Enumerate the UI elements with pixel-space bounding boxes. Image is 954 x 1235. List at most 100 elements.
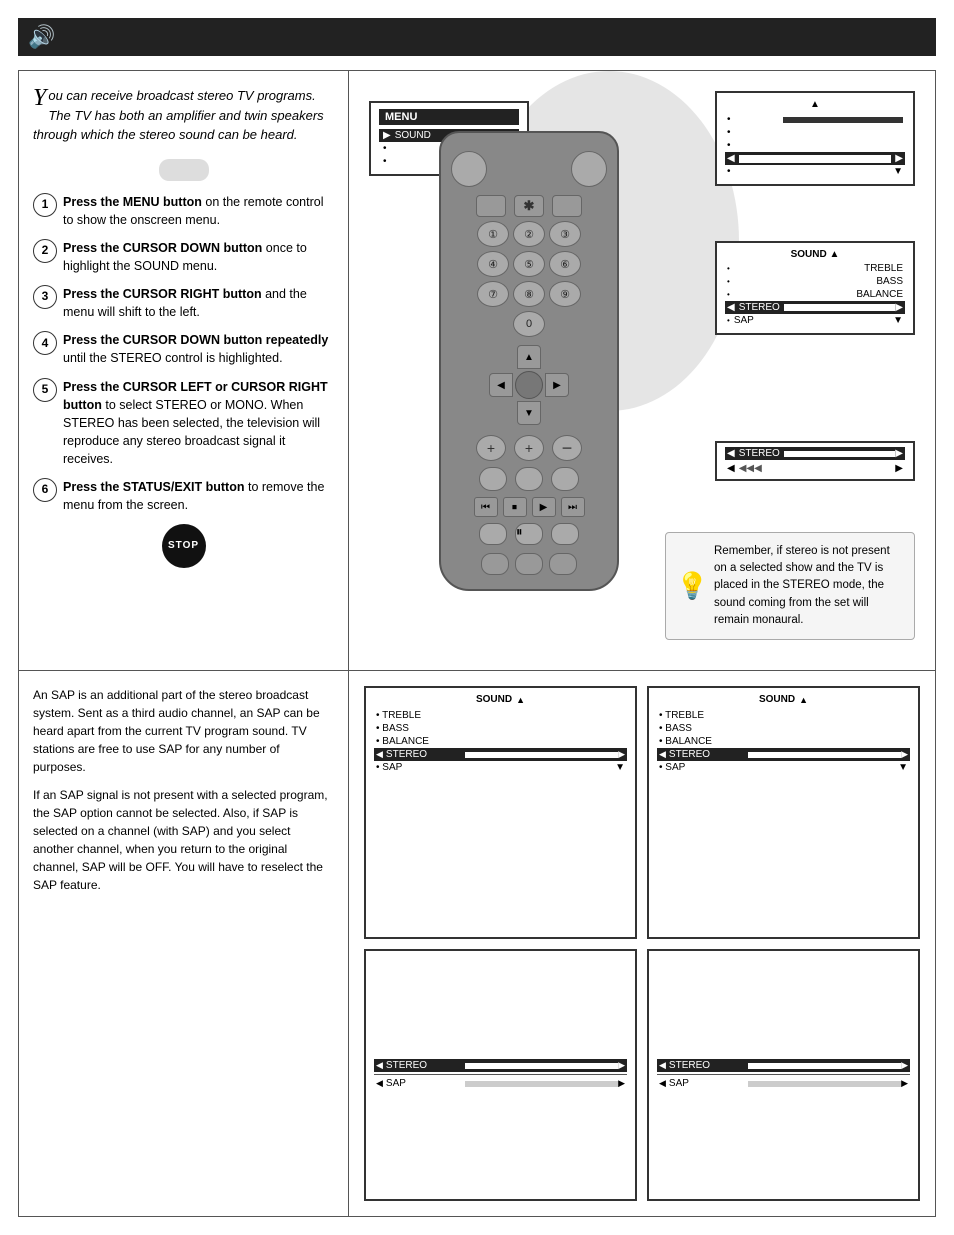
remote-number-grid: ① ② ③ ④ ⑤ ⑥ ⑦ ⑧ ⑨ 0 bbox=[477, 221, 581, 337]
sound-menu-screen-2: SOUND ▲ •TREBLE •BASS •BALANCE ◀STEREO▶ … bbox=[715, 241, 915, 335]
mini-menu-1-row-3: • BALANCE bbox=[374, 735, 627, 748]
step-4-text: Press the CURSOR DOWN button repeatedly … bbox=[63, 331, 334, 367]
menu-button-diagram bbox=[159, 159, 209, 181]
right-diagram-panel: MENU ▶ SOUND • • ▲ • • • ◀▶ •▼ bbox=[349, 71, 935, 670]
dpad-center-button[interactable] bbox=[515, 371, 543, 399]
mini-menu-4-row-stereo: ◀STEREO ▶ bbox=[657, 1059, 910, 1072]
remote-btn-3[interactable]: ③ bbox=[549, 221, 581, 247]
tip-box: 💡 Remember, if stereo is not present on … bbox=[665, 532, 915, 640]
remote-spacer-right bbox=[549, 311, 581, 337]
remote-btn-1[interactable]: ① bbox=[477, 221, 509, 247]
mini-menu-1: SOUND ▲ • TREBLE • BASS • BALANCE ◀STERE… bbox=[364, 686, 637, 939]
remote-row-1: ✱ bbox=[451, 195, 607, 217]
remote-btn-0[interactable]: 0 bbox=[513, 311, 545, 337]
remote-plus-btn[interactable]: + bbox=[476, 435, 506, 461]
sap-description-2: If an SAP signal is not present with a s… bbox=[33, 786, 334, 894]
step-2-text: Press the CURSOR DOWN button once to hig… bbox=[63, 239, 334, 275]
dpad-up-button[interactable]: ▲ bbox=[517, 345, 541, 369]
main-content: Y ou can receive broadcast stereo TV pro… bbox=[18, 70, 936, 1217]
mini-menu-2-row-stereo: ◀STEREO ▶ bbox=[657, 748, 910, 761]
sound-menu-screen-3: ◀STEREO▶ ◀◀◀◀▶ bbox=[715, 441, 915, 481]
remote-play-btn[interactable]: ▶ bbox=[532, 497, 556, 517]
step-5-text: Press the CURSOR LEFT or CURSOR RIGHT bu… bbox=[63, 378, 334, 469]
sm-row-stereo-highlight: ◀▶ bbox=[725, 152, 905, 165]
mini-menu-1-row-2: • BASS bbox=[374, 722, 627, 735]
sm-row-2: • bbox=[725, 126, 905, 139]
sm3-bass: •BASS bbox=[725, 275, 905, 288]
stop-badge: STOP bbox=[162, 524, 206, 568]
mini-menu-1-row-stereo: ◀STEREO ▶ bbox=[374, 748, 627, 761]
remote-bot-2[interactable] bbox=[515, 553, 543, 575]
mini-menu-2-row-3: • BALANCE bbox=[657, 735, 910, 748]
remote-btn-7[interactable]: ⑦ bbox=[477, 281, 509, 307]
decorative-y: Y bbox=[33, 86, 46, 110]
remote-btn-9[interactable]: ⑨ bbox=[549, 281, 581, 307]
header-bar: 🔊 bbox=[18, 18, 936, 56]
remote-btn-4[interactable]: ④ bbox=[477, 251, 509, 277]
step-3: 3 Press the CURSOR RIGHT button and the … bbox=[33, 285, 334, 321]
remote-bot-1[interactable] bbox=[481, 553, 509, 575]
remote-bot-3[interactable] bbox=[549, 553, 577, 575]
step-2: 2 Press the CURSOR DOWN button once to h… bbox=[33, 239, 334, 275]
remote-middle-row bbox=[451, 467, 607, 491]
mini-menu-4: ◀STEREO ▶ ◀SAP ▶ bbox=[647, 949, 920, 1202]
mini-menu-2-row-sap: • SAP▼ bbox=[657, 761, 910, 774]
step-3-number: 3 bbox=[33, 285, 57, 309]
bottom-left-text: An SAP is an additional part of the ster… bbox=[19, 671, 349, 1216]
sm-row-5: •▼ bbox=[725, 165, 905, 178]
remote-btn-5[interactable]: ⑤ bbox=[513, 251, 545, 277]
remote-btn-row1-2[interactable]: ✱ bbox=[514, 195, 544, 217]
remote-pause-mid[interactable]: ⏸ bbox=[515, 523, 543, 545]
remote-btn-6[interactable]: ⑥ bbox=[549, 251, 581, 277]
remote-mid-btn-3[interactable] bbox=[551, 467, 579, 491]
mini-menu-4-sep bbox=[657, 1074, 910, 1075]
remote-btn-row1-1[interactable] bbox=[476, 195, 506, 217]
remote-control: ✱ ① ② ③ ④ ⑤ ⑥ ⑦ ⑧ ⑨ 0 bbox=[439, 131, 619, 591]
dpad-right-button[interactable]: ▶ bbox=[545, 373, 569, 397]
dpad-left-button[interactable]: ◀ bbox=[489, 373, 513, 397]
sm3-stereo: ◀STEREO▶ bbox=[725, 301, 905, 314]
step-3-text: Press the CURSOR RIGHT button and the me… bbox=[63, 285, 334, 321]
step-5-number: 5 bbox=[33, 378, 57, 402]
mini-menu-1-row-sap: • SAP▼ bbox=[374, 761, 627, 774]
dpad-down-button[interactable]: ▼ bbox=[517, 401, 541, 425]
remote-btn-8[interactable]: ⑧ bbox=[513, 281, 545, 307]
mini-menu-3: ◀STEREO ▶ ◀SAP ▶ bbox=[364, 949, 637, 1202]
remote-mid-btn-2[interactable] bbox=[515, 467, 543, 491]
remote-btn-2[interactable]: ② bbox=[513, 221, 545, 247]
mini-menu-2-row-1: • TREBLE bbox=[657, 709, 910, 722]
step-6-number: 6 bbox=[33, 478, 57, 502]
remote-plus-minus-row: + + − bbox=[476, 435, 582, 461]
step-1: 1 Press the MENU button on the remote co… bbox=[33, 193, 334, 229]
remote-plus-btn-2[interactable]: + bbox=[514, 435, 544, 461]
remote-minus-btn[interactable]: − bbox=[552, 435, 582, 461]
remote-left-oval-btn[interactable] bbox=[451, 151, 487, 187]
remote-pause-right[interactable] bbox=[551, 523, 579, 545]
remote-bottom-row bbox=[481, 553, 577, 575]
step-5: 5 Press the CURSOR LEFT or CURSOR RIGHT … bbox=[33, 378, 334, 469]
mini-menu-1-title: SOUND ▲ bbox=[374, 694, 627, 705]
step-1-number: 1 bbox=[33, 193, 57, 217]
remote-rewind-btn[interactable]: ⏮ bbox=[474, 497, 498, 517]
remote-right-oval-btn[interactable] bbox=[571, 151, 607, 187]
sound-menu-screen-1: ▲ • • • ◀▶ •▼ bbox=[715, 91, 915, 186]
sound-menu-title-2: ▲ bbox=[725, 99, 905, 110]
remote-forward-btn[interactable]: ⏭ bbox=[561, 497, 585, 517]
menu-title-1: MENU bbox=[379, 109, 519, 125]
remote-spacer-left bbox=[477, 311, 509, 337]
remote-pause-left[interactable] bbox=[479, 523, 507, 545]
bottom-mini-menus: SOUND ▲ • TREBLE • BASS • BALANCE ◀STERE… bbox=[349, 671, 935, 1216]
remote-mid-btn-1[interactable] bbox=[479, 467, 507, 491]
remote-stop-btn[interactable]: ⏹ bbox=[503, 497, 527, 517]
remote-dpad: ▲ ▼ ◀ ▶ bbox=[489, 345, 569, 425]
step-1-text: Press the MENU button on the remote cont… bbox=[63, 193, 334, 229]
mini-menu-3-row-stereo: ◀STEREO ▶ bbox=[374, 1059, 627, 1072]
tip-text: Remember, if stereo is not present on a … bbox=[714, 545, 890, 626]
sound-menu-title-3: SOUND ▲ bbox=[725, 249, 905, 260]
sm3-balance: •BALANCE bbox=[725, 288, 905, 301]
mini-menu-3-sep bbox=[374, 1074, 627, 1075]
remote-btn-row1-3[interactable] bbox=[552, 195, 582, 217]
mini-menu-1-row-1: • TREBLE bbox=[374, 709, 627, 722]
step-6-text: Press the STATUS/EXIT button to remove t… bbox=[63, 478, 334, 514]
sm3-treble: •TREBLE bbox=[725, 262, 905, 275]
